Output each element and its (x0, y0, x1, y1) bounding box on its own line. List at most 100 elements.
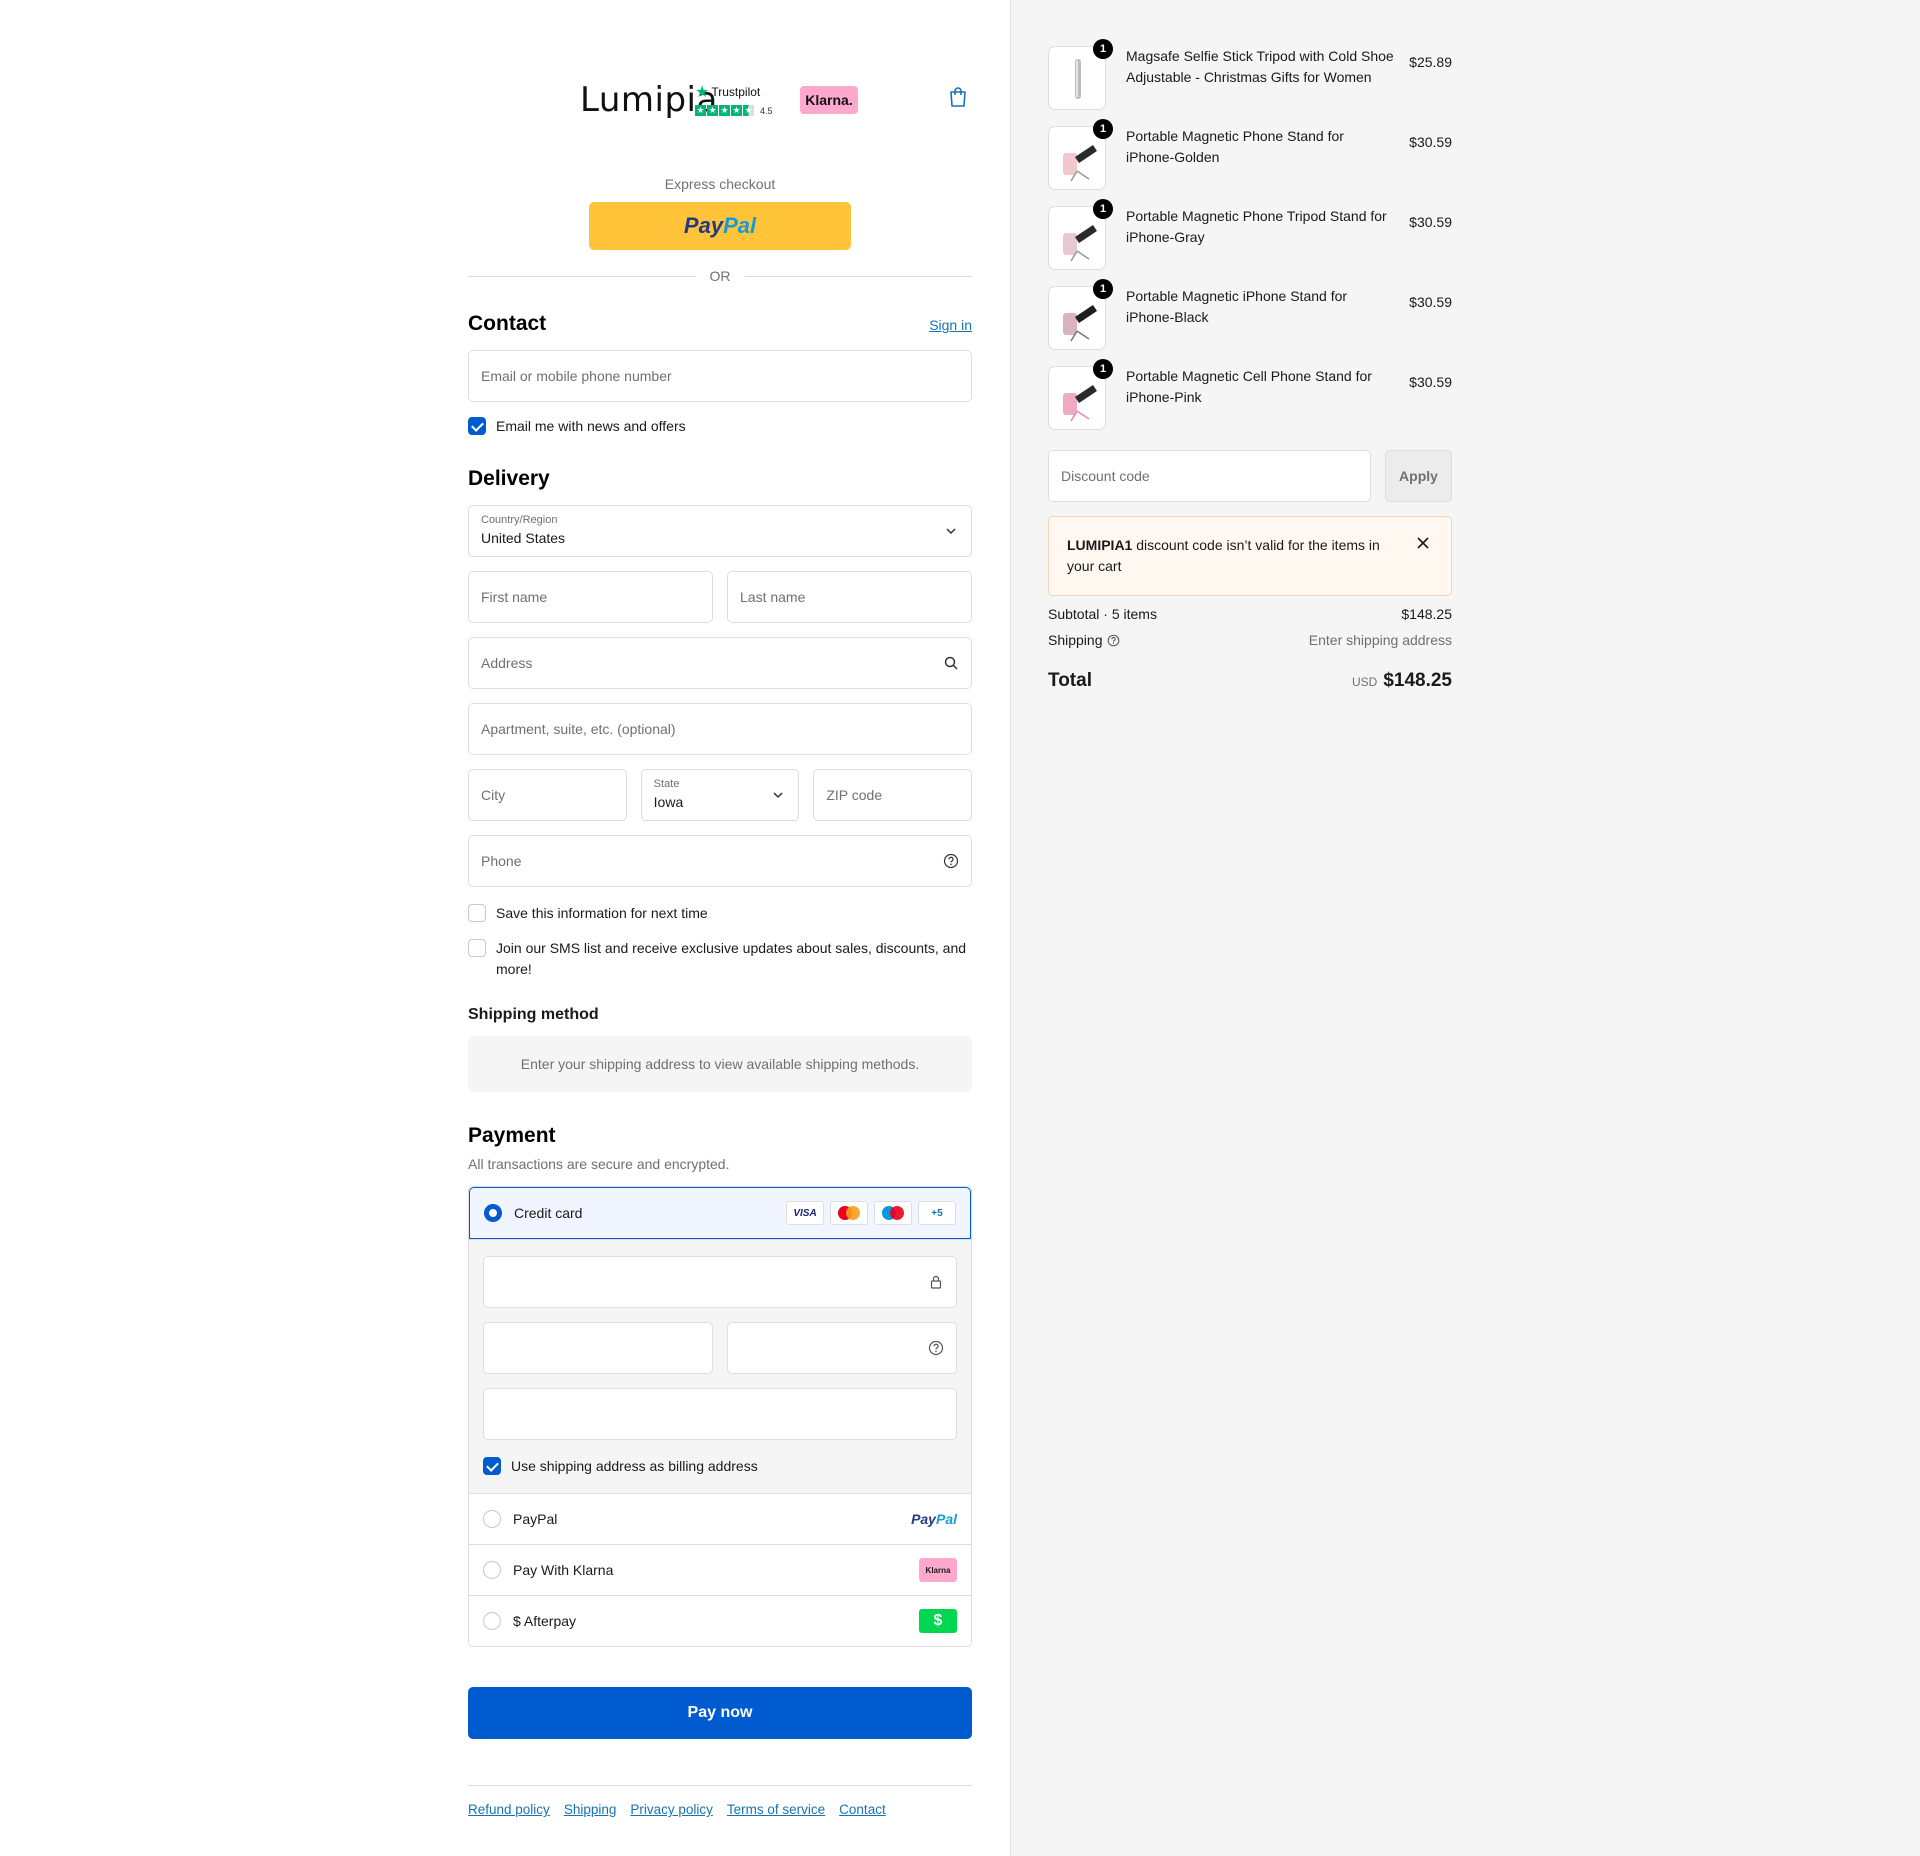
pay-now-button[interactable]: Pay now (468, 1687, 972, 1739)
product-name: Portable Magnetic Phone Stand for iPhone… (1126, 128, 1344, 165)
country-value: United States (481, 530, 566, 546)
klarna-option[interactable]: Pay With Klarna Klarna (469, 1544, 971, 1595)
paypal-icon: PayPal (911, 1511, 957, 1527)
product-name: Magsafe Selfie Stick Tripod with Cold Sh… (1126, 48, 1394, 85)
state-label: State (653, 778, 680, 790)
cart-item: 1 Portable Magnetic Phone Tripod Stand f… (1048, 199, 1452, 270)
chevron-down-icon (946, 528, 956, 535)
paypal-radio[interactable] (483, 1510, 501, 1528)
help-circle-icon[interactable] (943, 853, 959, 869)
apartment-placeholder: Apartment, suite, etc. (optional) (481, 721, 676, 737)
trustpilot-rating: ★ Trustpilot ★ ★ ★ ★ ★ 4.5 (695, 82, 773, 116)
zip-field[interactable]: ZIP code (813, 769, 973, 821)
paypal-express-button[interactable]: PayPal (589, 202, 851, 250)
cart-item: 1 Magsafe Selfie Stick Tripod with Cold … (1048, 39, 1452, 110)
subtotal-row: Subtotal · 5 items $148.25 (1048, 606, 1452, 622)
sms-checkbox-row[interactable]: Join our SMS list and receive exclusive … (468, 938, 972, 980)
or-text: OR (709, 268, 731, 284)
sign-in-link[interactable]: Sign in (929, 317, 972, 333)
zip-placeholder: ZIP code (826, 787, 883, 803)
product-price: $30.59 (1409, 214, 1452, 230)
billing-same-checkbox[interactable] (483, 1457, 501, 1475)
star-icon: ★ (743, 105, 754, 116)
phone-field[interactable]: Phone (468, 835, 972, 887)
shipping-link[interactable]: Shipping (564, 1802, 617, 1817)
discount-error-alert: LUMIPIA1 discount code isn’t valid for t… (1048, 516, 1452, 596)
last-name-field[interactable]: Last name (727, 571, 972, 623)
save-info-checkbox[interactable] (468, 904, 486, 922)
or-divider: OR (468, 266, 972, 286)
address-field[interactable]: Address (468, 637, 972, 689)
klarna-radio[interactable] (483, 1561, 501, 1579)
contact-link[interactable]: Contact (839, 1802, 886, 1817)
chevron-down-icon (773, 792, 783, 799)
email-placeholder: Email or mobile phone number (481, 368, 672, 384)
express-checkout-label: Express checkout (664, 176, 776, 192)
discount-code-field[interactable]: Discount code (1048, 450, 1371, 502)
visa-icon: VISA (786, 1201, 824, 1225)
product-name: Portable Magnetic iPhone Stand for iPhon… (1126, 288, 1348, 325)
news-offers-checkbox[interactable] (468, 417, 486, 435)
total-label: Total (1048, 670, 1092, 691)
country-select[interactable]: Country/Region United States (468, 505, 972, 557)
refund-policy-link[interactable]: Refund policy (468, 1802, 550, 1817)
country-label: Country/Region (481, 514, 558, 526)
trustpilot-label: Trustpilot (711, 85, 761, 99)
afterpay-label: $ Afterpay (513, 1613, 577, 1629)
news-offers-label: Email me with news and offers (496, 418, 686, 434)
save-info-checkbox-row[interactable]: Save this information for next time (468, 903, 972, 924)
billing-same-checkbox-row[interactable]: Use shipping address as billing address (483, 1456, 957, 1477)
city-field[interactable]: City (468, 769, 627, 821)
shipping-method-message: Enter your shipping address to view avai… (468, 1036, 972, 1092)
shopping-bag-icon[interactable] (948, 86, 968, 108)
payment-subtitle: All transactions are secure and encrypte… (468, 1156, 730, 1172)
last-name-placeholder: Last name (740, 589, 806, 605)
product-thumbnail: 1 (1048, 39, 1113, 110)
email-field[interactable]: Email or mobile phone number (468, 350, 972, 402)
news-offers-checkbox-row[interactable]: Email me with news and offers (468, 416, 972, 437)
credit-card-option[interactable]: Credit card VISA +5 (469, 1187, 971, 1239)
apply-discount-button[interactable]: Apply (1385, 450, 1452, 502)
more-cards-badge: +5 (918, 1201, 956, 1225)
first-name-field[interactable]: First name (468, 571, 713, 623)
shipping-label: Shipping (1048, 632, 1103, 648)
state-select[interactable]: State Iowa (640, 769, 800, 821)
trustpilot-stars: ★ ★ ★ ★ ★ 4.5 (695, 105, 773, 116)
quantity-badge: 1 (1093, 199, 1113, 219)
apartment-field[interactable]: Apartment, suite, etc. (optional) (468, 703, 972, 755)
paypal-option[interactable]: PayPal PayPal (469, 1493, 971, 1544)
name-on-card-field[interactable] (483, 1388, 957, 1440)
paypal-text-pal: Pal (723, 213, 757, 238)
quantity-badge: 1 (1093, 39, 1113, 59)
star-icon: ★ (707, 105, 718, 116)
total-value: $148.25 (1383, 670, 1452, 691)
mastercard-icon (830, 1201, 868, 1225)
help-circle-icon[interactable] (1107, 634, 1120, 647)
state-value: Iowa (653, 794, 684, 810)
afterpay-option[interactable]: $ Afterpay $ (469, 1595, 971, 1646)
close-icon[interactable] (1417, 537, 1429, 549)
billing-same-label: Use shipping address as billing address (511, 1458, 758, 1474)
currency-code: USD (1351, 675, 1378, 689)
discount-placeholder: Discount code (1061, 468, 1150, 484)
help-circle-icon[interactable] (928, 1340, 944, 1356)
credit-card-label: Credit card (514, 1205, 583, 1221)
shipping-value: Enter shipping address (1308, 632, 1452, 648)
alert-code: LUMIPIA1 (1067, 537, 1133, 553)
shipping-method-title: Shipping method (468, 1006, 599, 1023)
delivery-title: Delivery (468, 467, 550, 490)
cart-item: 1 Portable Magnetic Cell Phone Stand for… (1048, 359, 1452, 430)
security-code-field[interactable] (727, 1322, 957, 1374)
checkout-form: Lumipia ★ Trustpilot ★ ★ ★ ★ ★ 4.5 Klarna… (468, 0, 973, 1817)
expiration-date-field[interactable] (483, 1322, 713, 1374)
credit-card-radio[interactable] (484, 1204, 502, 1222)
first-name-placeholder: First name (481, 589, 548, 605)
afterpay-radio[interactable] (483, 1612, 501, 1630)
order-summary: 1 Magsafe Selfie Stick Tripod with Cold … (1048, 0, 1452, 692)
card-number-field[interactable] (483, 1256, 957, 1308)
sms-checkbox[interactable] (468, 939, 486, 957)
address-placeholder: Address (481, 655, 533, 671)
payment-methods: Credit card VISA +5 Use shipping address… (468, 1186, 972, 1647)
terms-of-service-link[interactable]: Terms of service (727, 1802, 825, 1817)
privacy-policy-link[interactable]: Privacy policy (630, 1802, 713, 1817)
